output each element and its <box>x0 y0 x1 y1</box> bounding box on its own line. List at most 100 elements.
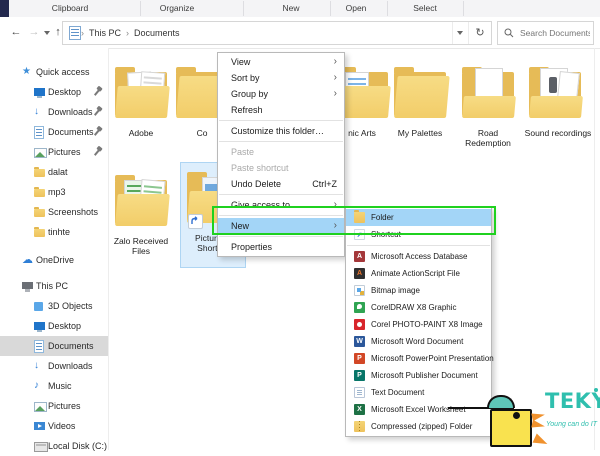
teky-logo: TEKY Young can do IT <box>448 388 600 450</box>
sidebar-item-mp3[interactable]: mp3 <box>0 182 108 202</box>
ribbon-separator <box>387 1 388 16</box>
bird-body <box>490 409 532 447</box>
back-icon[interactable] <box>8 23 24 41</box>
ribbon-separator <box>243 1 244 16</box>
brand-dot <box>594 388 598 392</box>
menu-item-group-by[interactable]: Group by› <box>218 86 344 102</box>
file-item-my-palettes[interactable]: My Palettes <box>388 58 452 138</box>
menu-item-paste[interactable]: Paste <box>218 144 344 160</box>
menu-item-sort-by[interactable]: Sort by› <box>218 70 344 86</box>
menu-separator <box>219 194 343 195</box>
sidebar-item-dalat[interactable]: dalat <box>0 162 108 182</box>
photopaint-icon <box>354 319 365 330</box>
brand-tagline: Young can do IT <box>546 421 597 428</box>
sidebar-item-downloads[interactable]: Downloads <box>0 102 108 122</box>
sidebar-item-music[interactable]: Music <box>0 376 108 396</box>
word-icon <box>354 336 365 347</box>
computer-icon <box>22 282 33 289</box>
pin-icon <box>94 109 100 116</box>
menu-item-paste-shortcut[interactable]: Paste shortcut <box>218 160 344 176</box>
submenu-arrow-icon: › <box>334 86 337 102</box>
music-note-icon <box>34 380 39 392</box>
chevron-down-icon <box>457 31 463 35</box>
sidebar-item-videos[interactable]: Videos <box>0 416 108 436</box>
sidebar-item-onedrive[interactable]: OneDrive <box>0 250 108 270</box>
navigation-pane: Quick access Desktop Downloads Documents… <box>0 48 108 450</box>
breadcrumb-this-pc[interactable]: This PC <box>84 28 126 38</box>
location-icon <box>69 26 81 40</box>
submenu-item-photo-paint-image[interactable]: Corel PHOTO-PAINT X8 Image <box>346 316 491 333</box>
sidebar-item-pictures-pc[interactable]: Pictures <box>0 396 108 416</box>
sidebar-item-documents[interactable]: Documents <box>0 122 108 142</box>
ribbon-group-clipboard: Clipboard <box>52 3 88 13</box>
breadcrumb-documents[interactable]: Documents <box>129 28 185 38</box>
zip-folder-icon <box>354 421 365 432</box>
sidebar-item-downloads-pc[interactable]: Downloads <box>0 356 108 376</box>
sidebar-item-documents-pc[interactable]: Documents <box>0 336 108 356</box>
search-box[interactable] <box>497 21 594 45</box>
menu-item-view[interactable]: View› <box>218 54 344 70</box>
sidebar-item-screenshots[interactable]: Screenshots <box>0 202 108 222</box>
ribbon-group-open: Open <box>346 3 367 13</box>
sidebar-item-3d-objects[interactable]: 3D Objects <box>0 296 108 316</box>
refresh-icon[interactable] <box>468 22 491 44</box>
ribbon-separator <box>463 1 464 16</box>
folder-icon <box>34 209 45 217</box>
forward-icon[interactable] <box>26 23 42 41</box>
menu-item-refresh[interactable]: Refresh <box>218 102 344 118</box>
sidebar-item-quick-access[interactable]: Quick access <box>0 62 108 82</box>
file-item-adobe[interactable]: Adobe <box>109 58 173 138</box>
menu-item-properties[interactable]: Properties <box>218 239 344 255</box>
download-arrow-icon <box>34 106 39 118</box>
pin-icon <box>94 149 100 156</box>
disk-icon <box>34 442 48 452</box>
folder-icon <box>34 169 45 177</box>
submenu-item-powerpoint-presentation[interactable]: Microsoft PowerPoint Presentation <box>346 350 491 367</box>
sidebar-item-desktop[interactable]: Desktop <box>0 82 108 102</box>
bird-cap <box>487 395 515 408</box>
document-icon <box>34 340 44 353</box>
sidebar-item-tinhte[interactable]: tinhte <box>0 222 108 242</box>
sidebar-item-desktop-pc[interactable]: Desktop <box>0 316 108 336</box>
sidebar-item-pictures[interactable]: Pictures <box>0 142 108 162</box>
3d-objects-icon <box>34 302 43 311</box>
sidebar-item-this-pc[interactable]: This PC <box>0 276 108 296</box>
publisher-icon <box>354 370 365 381</box>
folder-icon <box>114 66 168 118</box>
submenu-item-publisher-document[interactable]: Microsoft Publisher Document <box>346 367 491 384</box>
ribbon-group-select: Select <box>413 3 437 13</box>
address-dropdown-button[interactable] <box>452 22 468 44</box>
recorder-glyph <box>549 77 557 93</box>
folder-icon <box>34 229 45 237</box>
menu-item-undo-delete[interactable]: Undo DeleteCtrl+Z <box>218 176 344 192</box>
bird-beak <box>531 420 545 431</box>
submenu-item-word-document[interactable]: Microsoft Word Document <box>346 333 491 350</box>
folder-icon <box>528 66 582 118</box>
search-input[interactable] <box>518 27 592 39</box>
ribbon-separator <box>140 1 141 16</box>
submenu-item-actionscript-file[interactable]: Animate ActionScript File <box>346 265 491 282</box>
submenu-item-coreldraw-graphic[interactable]: CorelDRAW X8 Graphic <box>346 299 491 316</box>
submenu-item-bitmap-image[interactable]: Bitmap image <box>346 282 491 299</box>
pin-icon <box>94 89 100 96</box>
download-arrow-icon <box>34 360 39 372</box>
access-icon <box>354 251 365 262</box>
submenu-item-access-database[interactable]: Microsoft Access Database <box>346 248 491 265</box>
address-bar[interactable]: › This PC › Documents <box>62 21 492 45</box>
ribbon-group-strip: Clipboard Organize New Open Select <box>0 0 600 18</box>
actionscript-icon <box>354 268 365 279</box>
onedrive-cloud-icon <box>22 254 33 266</box>
bird-eye <box>513 412 520 419</box>
ribbon-separator <box>330 1 331 16</box>
background-window-corner <box>0 0 9 17</box>
submenu-arrow-icon: › <box>334 54 337 70</box>
file-item-zalo-received-files[interactable]: Zalo Received Files <box>109 166 173 256</box>
file-item-road-redemption[interactable]: Road Redemption <box>456 58 520 148</box>
menu-item-customize-this-folder[interactable]: Customize this folder… <box>218 123 344 139</box>
videos-icon <box>34 422 45 430</box>
navigation-bar: › This PC › Documents <box>0 17 600 49</box>
excel-icon <box>354 404 365 415</box>
desktop-icon <box>34 88 45 96</box>
file-item-sound-recordings[interactable]: Sound recordings <box>523 58 587 138</box>
sidebar-item-local-disk-c[interactable]: Local Disk (C:) <box>0 436 108 456</box>
